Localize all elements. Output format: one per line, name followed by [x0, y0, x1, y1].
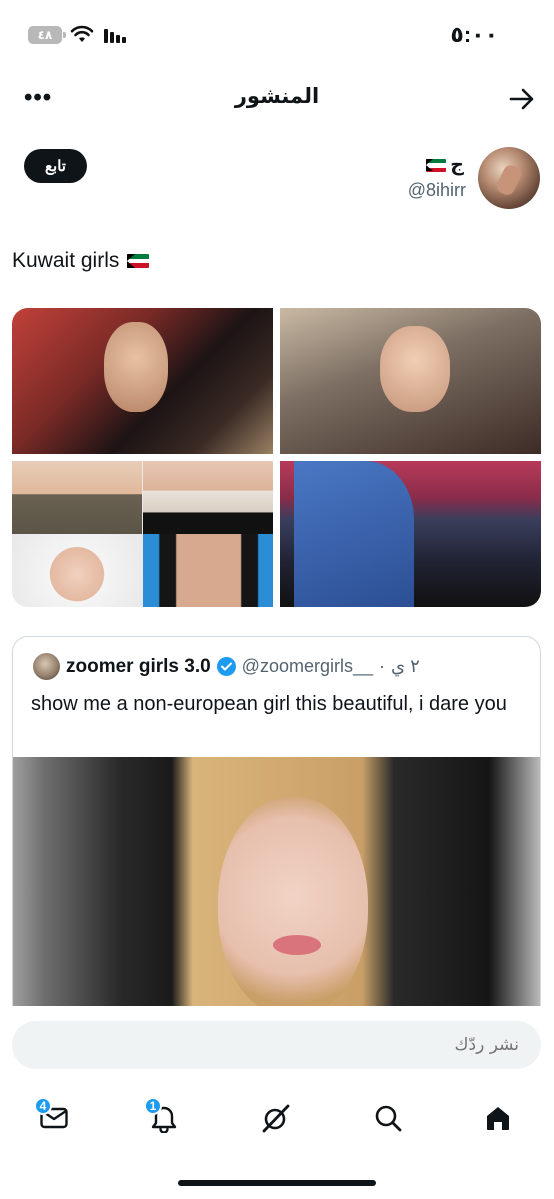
notifications-badge: 1: [144, 1097, 162, 1115]
post-photo-1[interactable]: [12, 308, 273, 454]
nav-notifications[interactable]: 1: [140, 1094, 188, 1142]
search-icon: [375, 1105, 402, 1132]
battery-level: ٤٨: [37, 28, 53, 42]
status-bar: ٤٨ ٥:٠٠: [0, 0, 554, 70]
quoted-post-header: zoomer girls 3.0 @zoomergirls__ · ٢ ي: [33, 653, 420, 680]
nav-grok[interactable]: [252, 1094, 300, 1142]
home-indicator: [178, 1180, 376, 1186]
messages-badge: 4: [34, 1097, 52, 1115]
quoted-author-name[interactable]: zoomer girls 3.0: [66, 656, 211, 678]
grok-icon: [262, 1104, 290, 1133]
post-text-content: Kuwait girls: [12, 249, 120, 272]
author-avatar[interactable]: [478, 147, 540, 209]
quoted-post-time: ٢ ي: [391, 656, 420, 676]
quoted-post-text: show me a non-european girl this beautif…: [31, 693, 507, 715]
quoted-post[interactable]: zoomer girls 3.0 @zoomergirls__ · ٢ ي sh…: [12, 636, 541, 1056]
post-photo-grid: [12, 308, 541, 607]
nav-home[interactable]: [474, 1094, 522, 1142]
follow-button[interactable]: تابع: [24, 149, 87, 183]
post-text: Kuwait girls: [12, 249, 150, 273]
header: ••• المنشور: [0, 72, 554, 128]
bottom-nav: 4 1: [0, 1088, 554, 1146]
nav-messages[interactable]: 4: [30, 1094, 78, 1142]
cellular-signal-icon: [104, 27, 126, 43]
kuwait-flag-icon: [127, 254, 150, 268]
status-time: ٥:٠٠: [450, 22, 498, 47]
verified-badge-icon: [216, 657, 236, 676]
kuwait-flag-icon: [426, 159, 447, 172]
author-name-text: ج: [450, 155, 464, 176]
separator-dot: ·: [379, 656, 385, 676]
author-display-name[interactable]: ج: [426, 154, 464, 177]
quoted-author-avatar[interactable]: [33, 653, 60, 680]
battery-icon: ٤٨: [28, 26, 66, 44]
arrow-right-icon[interactable]: [508, 86, 536, 112]
post-photo-4[interactable]: [280, 461, 541, 607]
home-icon: [487, 1107, 509, 1130]
page-title: المنشور: [234, 85, 320, 108]
post-photo-2[interactable]: [280, 308, 541, 454]
nav-search[interactable]: [364, 1094, 412, 1142]
reply-bar: [12, 1021, 541, 1069]
post-photo-3[interactable]: [12, 461, 273, 607]
author-handle[interactable]: @8ihirr: [408, 180, 466, 201]
wifi-icon: [70, 25, 94, 42]
reply-input[interactable]: [12, 1021, 541, 1069]
quoted-author-handle[interactable]: @zoomergirls__: [242, 656, 373, 677]
